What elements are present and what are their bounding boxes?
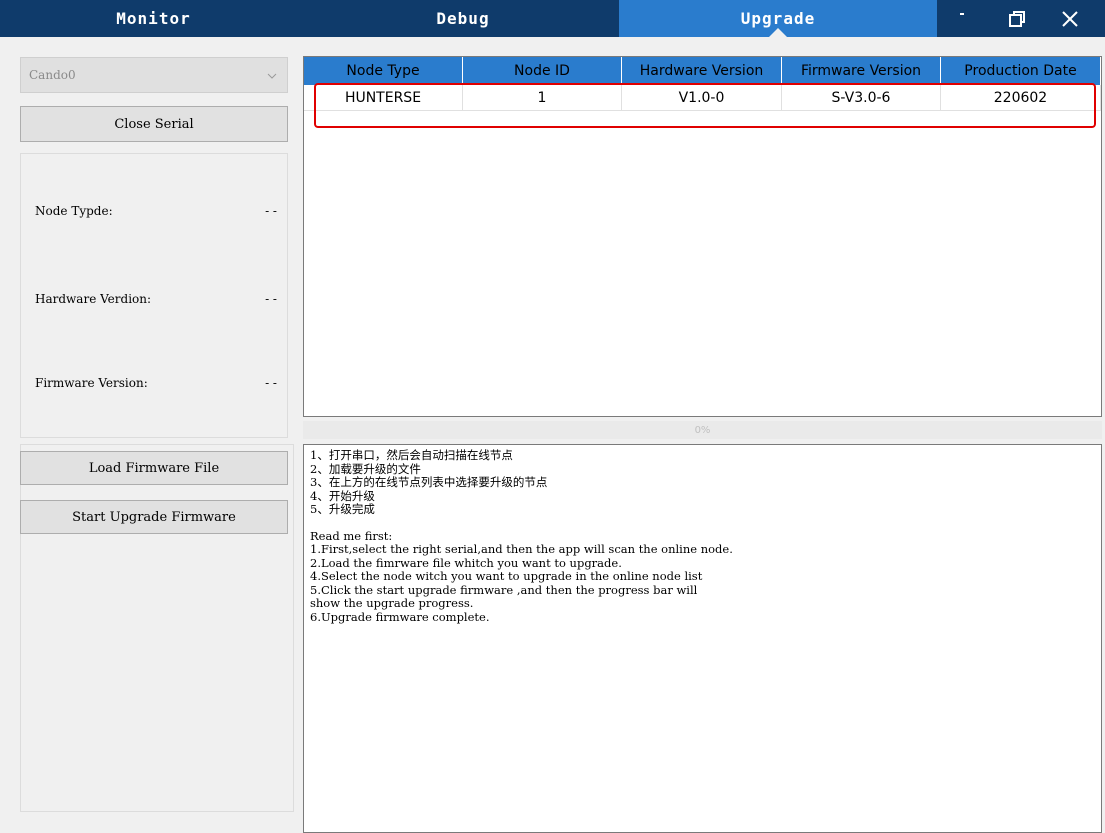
close-serial-button[interactable]: Close Serial [20, 106, 288, 142]
start-upgrade-button[interactable]: Start Upgrade Firmware [20, 500, 288, 534]
instruction-line-en: 6.Upgrade firmware complete. [310, 609, 490, 624]
title-bar: Monitor Debug Upgrade [0, 0, 1105, 37]
restore-icon[interactable] [997, 4, 1037, 34]
serial-port-select[interactable]: Cando0 [20, 57, 288, 93]
tab-monitor[interactable]: Monitor [0, 0, 307, 37]
node-type-row: Node Typde: - - [35, 204, 277, 218]
instruction-line-cn: 3、在上方的在线节点列表中选择要升级的节点 [310, 475, 548, 489]
firmware-version-row: Firmware Version: - - [35, 376, 277, 390]
hardware-version-label: Hardware Verdion: [35, 292, 152, 306]
instruction-line-en: 4.Select the node witch you want to upgr… [310, 569, 703, 583]
close-icon[interactable] [1050, 4, 1090, 34]
cell-node-type: HUNTERSE [304, 85, 463, 111]
chevron-down-icon [267, 68, 277, 82]
column-header-production-date[interactable]: Production Date [941, 57, 1101, 85]
node-info-panel: Node Typde: - - Hardware Verdion: - - Fi… [20, 153, 288, 438]
instruction-line-en: 5.Click the start upgrade firmware ,and … [310, 582, 698, 597]
node-type-value: - - [265, 204, 277, 218]
load-firmware-button[interactable]: Load Firmware File [20, 451, 288, 485]
online-node-table: Node Type Node ID Hardware Version Firmw… [303, 56, 1102, 417]
cell-production-date: 220602 [941, 85, 1101, 111]
cell-node-id: 1 [463, 85, 622, 111]
instruction-line-cn: 5、升级完成 [310, 502, 375, 516]
column-header-node-id[interactable]: Node ID [463, 57, 622, 85]
instruction-line-en: show the upgrade progress. [310, 596, 474, 610]
minimize-icon[interactable] [944, 4, 984, 34]
instructions-text-area[interactable]: 1、打开串口，然后会自动扫描在线节点 2、加载要升级的文件 3、在上方的在线节点… [303, 444, 1102, 833]
table-header: Node Type Node ID Hardware Version Firmw… [304, 57, 1101, 85]
hardware-version-row: Hardware Verdion: - - [35, 292, 277, 306]
instruction-line-en: 2.Load the fimrware file whitch you want… [310, 555, 622, 570]
column-header-firmware-version[interactable]: Firmware Version [782, 57, 941, 85]
firmware-version-value: - - [265, 376, 277, 390]
tab-debug[interactable]: Debug [307, 0, 619, 37]
window-controls [937, 0, 1105, 37]
column-header-node-type[interactable]: Node Type [304, 57, 463, 85]
hardware-version-value: - - [265, 292, 277, 306]
tab-upgrade[interactable]: Upgrade [619, 0, 937, 37]
table-row[interactable]: HUNTERSE 1 V1.0-0 S-V3.0-6 220602 [304, 85, 1101, 111]
upgrade-progress-bar: 0% [303, 421, 1102, 439]
instruction-line-cn: 4、开始升级 [310, 488, 375, 503]
firmware-version-label: Firmware Version: [35, 376, 148, 390]
cell-firmware-version: S-V3.0-6 [782, 85, 941, 111]
instruction-line-cn: 2、加载要升级的文件 [310, 461, 421, 476]
instruction-line-en: Read me first: [310, 528, 393, 543]
instruction-line-en: 1.First,select the right serial,and then… [310, 542, 733, 556]
node-type-label: Node Typde: [35, 204, 113, 218]
instruction-line-cn: 1、打开串口，然后会自动扫描在线节点 [310, 448, 513, 462]
cell-hardware-version: V1.0-0 [622, 85, 782, 111]
column-header-hardware-version[interactable]: Hardware Version [622, 57, 782, 85]
progress-label: 0% [694, 424, 711, 436]
serial-port-value: Cando0 [29, 68, 76, 82]
